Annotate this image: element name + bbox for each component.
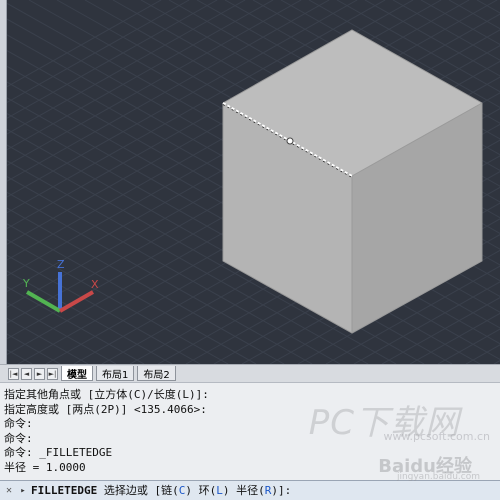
command-prompt-icon[interactable]: ▸ (15, 486, 31, 496)
ucs-z-label: Z (57, 258, 65, 271)
left-frame-border (0, 0, 7, 364)
prompt-text: ) 环( (185, 483, 217, 497)
grid-line (7, 0, 218, 119)
tab-layout1[interactable]: 布局1 (96, 366, 135, 381)
command-input-bar: ✕ ▸ FILLETEDGE 选择边或 [链(C) 环(L) 半径(R)]: (0, 480, 500, 500)
tab-model[interactable]: 模型 (61, 366, 93, 381)
autocad-window: Z Y X |◄ ◄ ► ►| 模型 布局1 布局2 指定其他角点或 [立方体(… (0, 0, 500, 500)
tab-nav-prev-button[interactable]: ◄ (21, 367, 32, 380)
prompt-text: ) 半径( (222, 483, 265, 497)
layout-tab-bar: |◄ ◄ ► ►| 模型 布局1 布局2 (0, 364, 500, 382)
ucs-y-axis (26, 290, 61, 313)
option-loop-key[interactable]: L (216, 484, 223, 497)
prompt-text: 选择边或 [链( (97, 483, 179, 497)
ucs-y-label: Y (22, 277, 30, 290)
viewport-canvas[interactable]: Z Y X (7, 0, 500, 364)
tab-layout2[interactable]: 布局2 (137, 366, 176, 381)
edge-grip[interactable] (286, 137, 294, 145)
tab-nav-first-button[interactable]: |◄ (8, 367, 19, 380)
tab-nav-next-button[interactable]: ► (34, 367, 45, 380)
watermark-baidu-url: jingyan.baidu.com (396, 472, 480, 482)
ucs-x-label: X (91, 278, 99, 291)
prompt-text: )]: (271, 483, 292, 497)
watermark-pcsoft-url: www.pcsoft.com.cn (383, 430, 490, 443)
close-icon[interactable]: ✕ (3, 485, 15, 496)
current-command: FILLETEDGE (31, 483, 98, 497)
tab-nav-last-button[interactable]: ►| (47, 367, 58, 380)
command-input[interactable]: FILLETEDGE 选择边或 [链(C) 环(L) 半径(R)]: (31, 483, 500, 499)
drawing-viewport[interactable]: Z Y X (7, 0, 500, 364)
